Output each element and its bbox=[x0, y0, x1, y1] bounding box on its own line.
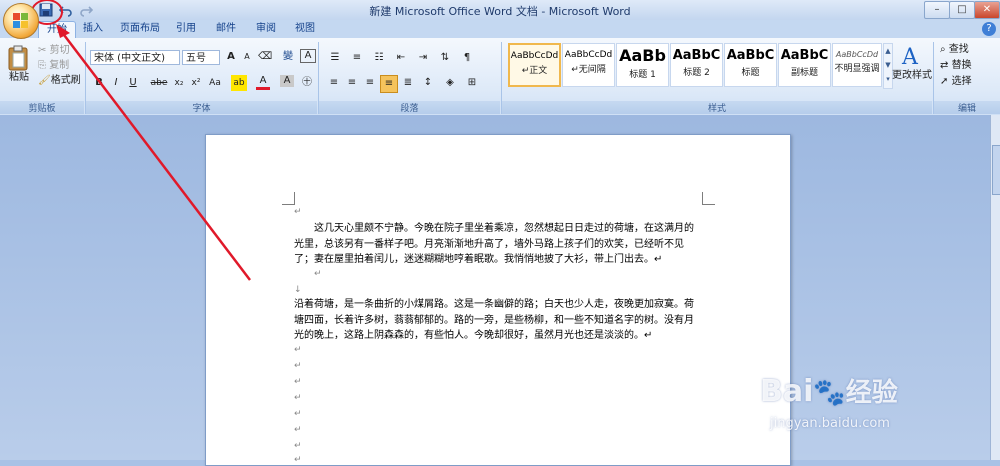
annotation-arrow-line bbox=[57, 26, 251, 281]
office-logo-icon bbox=[13, 13, 29, 29]
annotation-arrow-head bbox=[56, 24, 70, 38]
baidu-watermark: Bai🐾经验 jingyan.baidu.com bbox=[760, 372, 990, 452]
watermark-url: jingyan.baidu.com bbox=[770, 416, 890, 431]
watermark-brand: Bai🐾经验 bbox=[760, 372, 898, 409]
watermark-brand2-text: 经验 bbox=[845, 378, 898, 408]
paw-icon: 🐾 bbox=[813, 378, 846, 408]
watermark-brand-text: Bai bbox=[760, 374, 814, 409]
office-button[interactable] bbox=[3, 3, 39, 39]
